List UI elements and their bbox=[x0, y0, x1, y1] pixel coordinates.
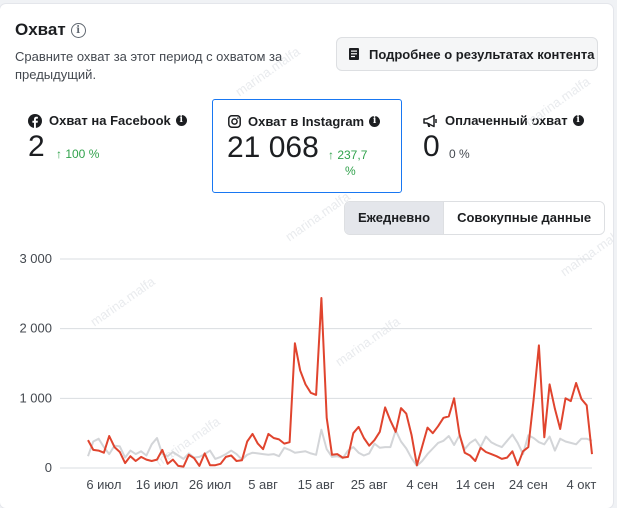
x-tick-label: 25 авг bbox=[351, 477, 388, 492]
x-tick-label: 14 сен bbox=[456, 477, 495, 492]
x-tick-label: 15 авг bbox=[298, 477, 335, 492]
x-tick-label: 4 окт bbox=[566, 477, 596, 492]
reach-card: Охват i Сравните охват за этот период с … bbox=[0, 4, 613, 508]
x-tick-label: 6 июл bbox=[86, 477, 121, 492]
x-tick-label: 16 июл bbox=[136, 477, 178, 492]
x-tick-label: 26 июл bbox=[189, 477, 231, 492]
y-tick-label: 2 000 bbox=[19, 321, 52, 336]
x-tick-label: 4 сен bbox=[406, 477, 438, 492]
y-tick-label: 3 000 bbox=[19, 251, 52, 266]
y-tick-label: 0 bbox=[45, 460, 52, 475]
x-tick-label: 24 сен bbox=[509, 477, 548, 492]
reach-chart: 3 000 2 000 1 000 0 6 июл 16 июл 26 июл 5 авг 15… bbox=[19, 251, 596, 492]
x-tick-label: 5 авг bbox=[248, 477, 278, 492]
y-tick-label: 1 000 bbox=[19, 390, 52, 405]
